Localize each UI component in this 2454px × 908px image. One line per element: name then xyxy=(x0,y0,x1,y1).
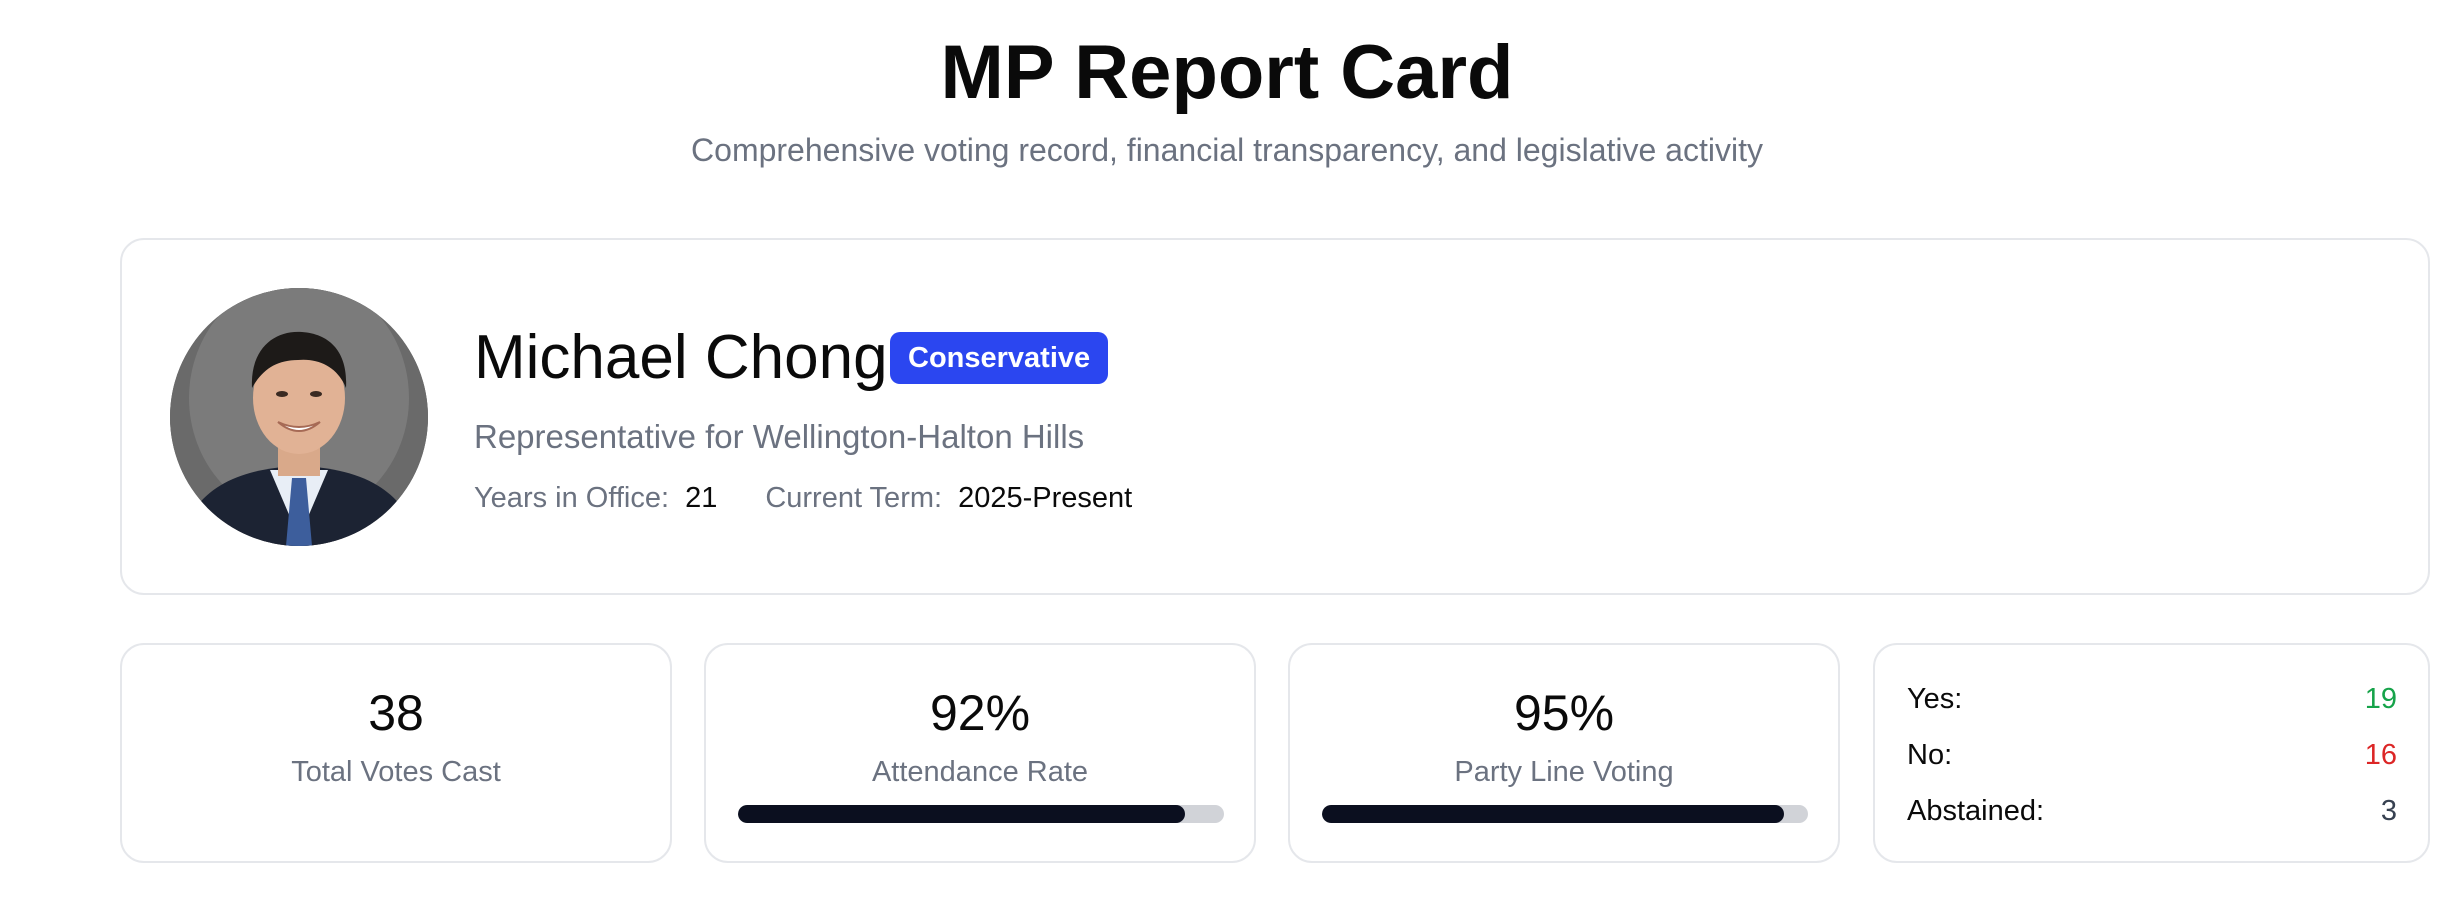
yes-row: Yes: 19 xyxy=(1907,679,2397,719)
yes-label: Yes: xyxy=(1907,683,1963,715)
years-in-office-label: Years in Office: xyxy=(474,482,670,514)
mp-avatar xyxy=(170,288,428,546)
attendance-value: 92% xyxy=(929,685,1031,741)
party-line-progress-fill xyxy=(1322,805,1784,823)
total-votes-value: 38 xyxy=(368,685,424,741)
portrait-image xyxy=(170,288,428,546)
no-label: No: xyxy=(1907,739,1953,771)
no-value: 16 xyxy=(2364,739,2397,771)
current-term-label: Current Term: xyxy=(765,482,943,514)
party-line-value: 95% xyxy=(1513,685,1615,741)
attendance-progress-bar xyxy=(738,805,1224,823)
years-in-office-value: 21 xyxy=(685,482,718,514)
party-line-label: Party Line Voting xyxy=(1454,756,1674,788)
mp-meta: Years in Office: 21 Current Term: 2025-P… xyxy=(474,478,1132,518)
current-term-value: 2025-Present xyxy=(958,482,1133,514)
abstained-row: Abstained: 3 xyxy=(1907,791,2397,831)
attendance-card: 92% Attendance Rate xyxy=(704,643,1256,863)
yes-value: 19 xyxy=(2364,683,2397,715)
attendance-label: Attendance Rate xyxy=(871,756,1089,788)
vote-breakdown-card: Yes: 19 No: 16 Abstained: 3 xyxy=(1873,643,2430,863)
page-subtitle: Comprehensive voting record, financial t… xyxy=(691,132,1763,168)
total-votes-label: Total Votes Cast xyxy=(291,756,501,788)
total-votes-card: 38 Total Votes Cast xyxy=(120,643,672,863)
abstained-value: 3 xyxy=(2380,795,2397,827)
abstained-label: Abstained: xyxy=(1907,795,2045,827)
mp-riding: Representative for Wellington-Halton Hil… xyxy=(474,418,1085,455)
party-badge: Conservative xyxy=(890,332,1109,384)
attendance-progress-fill xyxy=(738,805,1186,823)
party-line-progress-bar xyxy=(1322,805,1808,823)
mp-name: Michael Chong xyxy=(474,323,888,392)
mp-profile-card: Michael Chong Conservative Representativ… xyxy=(120,238,2430,595)
no-row: No: 16 xyxy=(1907,735,2397,775)
page-title: MP Report Card xyxy=(940,30,1514,115)
party-line-card: 95% Party Line Voting xyxy=(1288,643,1840,863)
